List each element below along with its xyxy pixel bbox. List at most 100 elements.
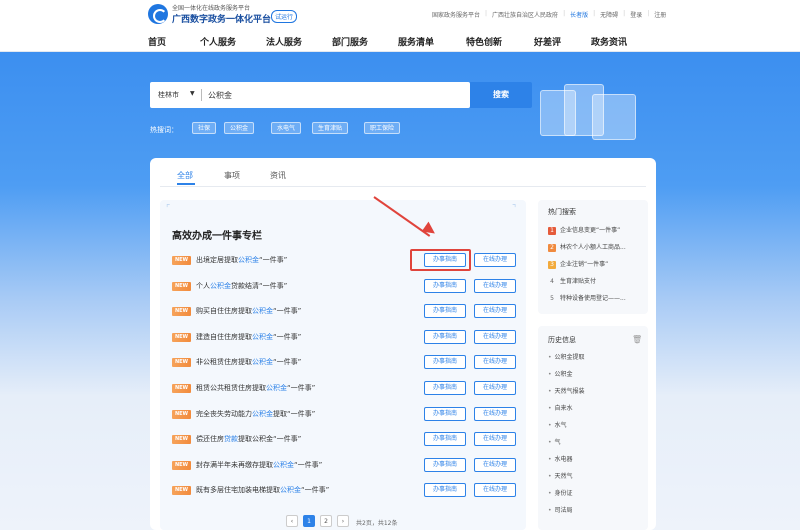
tab-all[interactable]: 全部 [177, 170, 193, 181]
nav-item-innovation[interactable]: 特色创新 [466, 35, 502, 48]
new-badge: NEW [172, 435, 191, 445]
service-title-prefix: 购买自住住房提取 [196, 307, 252, 316]
history-item[interactable]: 水气 [548, 420, 567, 429]
nav-item-home[interactable]: 首页 [148, 35, 166, 48]
nav-item-evaluation[interactable]: 好差评 [534, 35, 561, 48]
service-row: NEW 建造自住住房提取公积金“一件事” 办事指南 在线办理 [172, 329, 522, 346]
service-title-keyword: 公积金 [252, 358, 273, 367]
online-handle-button[interactable]: 在线办理 [474, 304, 516, 319]
service-title-link[interactable]: 建造自住住房提取公积金“一件事” [196, 332, 301, 342]
chevron-down-icon[interactable]: ▼ [190, 90, 195, 97]
tab-items[interactable]: 事项 [224, 170, 240, 181]
service-title-suffix: “一件事” [273, 332, 302, 341]
hot-search-item[interactable]: 3 企业注销“一件事” [548, 259, 608, 271]
link-elder-mode[interactable]: 长者版 [570, 10, 588, 19]
section-title: 高效办成一件事专栏 [172, 231, 262, 242]
service-title-suffix: “一件事” [259, 256, 288, 264]
history-item[interactable]: 自来水 [548, 403, 573, 412]
service-title-link[interactable]: 出境定居提取公积金“一件事” [196, 255, 287, 265]
service-title-link[interactable]: 个人公积金贷款结清“一件事” [196, 281, 287, 291]
service-title-link[interactable]: 非公租赁住房提取公积金“一件事” [196, 357, 301, 367]
guide-button[interactable]: 办事指南 [424, 278, 466, 293]
search-input[interactable] [208, 86, 458, 104]
divider [201, 89, 202, 101]
service-title-link[interactable]: 封存满半年未再缴存提取公积金“一件事” [196, 460, 322, 470]
history-item[interactable]: 气 [548, 437, 561, 446]
hot-search-text: 特种设备使用登记——... [560, 295, 626, 302]
top-header: 全国一体化在线政务服务平台 广西数字政务一体化平台 试运行 国家政务服务平台 |… [0, 0, 800, 30]
service-title-link[interactable]: 购买自住住房提取公积金“一件事” [196, 306, 301, 316]
hot-search-item[interactable]: 5 特种设备使用登记——... [548, 293, 626, 305]
guide-button[interactable]: 办事指南 [424, 406, 466, 421]
history-title: 历史信息 [548, 336, 576, 344]
page-button[interactable]: 2 [320, 515, 332, 527]
online-handle-button[interactable]: 在线办理 [474, 355, 516, 370]
history-item[interactable]: 身份证 [548, 488, 573, 497]
hot-tag[interactable]: 公积金 [224, 122, 255, 134]
service-title-prefix: 个人 [196, 281, 210, 290]
divider: | [563, 10, 566, 17]
hot-tag[interactable]: 社保 [192, 122, 217, 134]
hot-search-item[interactable]: 4 生育津贴支付 [548, 276, 596, 288]
online-handle-button[interactable]: 在线办理 [474, 406, 516, 421]
link-login[interactable]: 登录 [630, 10, 642, 19]
search-box: 桂林市 ▼ [150, 82, 470, 108]
prev-page-button[interactable]: ‹ [286, 515, 298, 527]
hot-search-item[interactable]: 2 林农个人小额人工商品... [548, 242, 626, 254]
history-item[interactable]: 司法局 [548, 505, 573, 514]
history-item[interactable]: 水电器 [548, 454, 573, 463]
brand-title[interactable]: 广西数字政务一体化平台 [172, 12, 271, 25]
guide-button[interactable]: 办事指南 [424, 329, 466, 344]
service-title-link[interactable]: 完全丧失劳动能力公积金提取“一件事” [196, 409, 315, 419]
divider: | [593, 10, 596, 17]
hot-words-label: 热搜词： [150, 126, 178, 134]
service-row: NEW 完全丧失劳动能力公积金提取“一件事” 办事指南 在线办理 [172, 406, 522, 423]
guide-button[interactable]: 办事指南 [424, 355, 466, 370]
guide-button[interactable]: 办事指南 [424, 432, 466, 447]
online-handle-button[interactable]: 在线办理 [474, 253, 516, 267]
service-title-link[interactable]: 租赁公共租赁住房提取公积金“一件事” [196, 383, 315, 393]
online-handle-button[interactable]: 在线办理 [474, 278, 516, 293]
service-title-keyword: 公积金 [280, 486, 301, 495]
online-handle-button[interactable]: 在线办理 [474, 432, 516, 447]
guide-button[interactable]: 办事指南 [424, 483, 466, 498]
nav-item-department[interactable]: 部门服务 [332, 35, 368, 48]
nav-item-news[interactable]: 政务资讯 [591, 35, 627, 48]
link-register[interactable]: 注册 [654, 10, 666, 19]
link-accessibility[interactable]: 无障碍 [600, 10, 618, 19]
history-item[interactable]: 公积金提取 [548, 352, 585, 361]
hot-tag[interactable]: 职工保险 [364, 122, 401, 134]
next-page-button[interactable]: › [337, 515, 349, 527]
online-handle-button[interactable]: 在线办理 [474, 457, 516, 472]
guide-button[interactable]: 办事指南 [424, 457, 466, 472]
service-title-suffix: 贷款结清“一件事” [231, 281, 288, 290]
page-button[interactable]: 1 [303, 515, 315, 527]
guide-button[interactable]: 办事指南 [424, 381, 466, 395]
hot-tag[interactable]: 水电气 [271, 122, 302, 134]
search-button[interactable]: 搜索 [470, 82, 532, 108]
new-badge: NEW [172, 332, 191, 342]
hot-search-item[interactable]: 1 企业信息变更“一件事” [548, 225, 620, 237]
history-item[interactable]: 天然气报装 [548, 386, 585, 395]
service-title-link[interactable]: 偿还住房贷款提取公积金“一件事” [196, 434, 301, 444]
service-title-link[interactable]: 既有多层住宅加装电梯提取公积金“一件事” [196, 485, 329, 495]
brand-subtitle: 全国一体化在线政务服务平台 [172, 5, 251, 12]
service-title-prefix: 既有多层住宅加装电梯提取 [196, 486, 280, 495]
link-national-platform[interactable]: 国家政务服务平台 [432, 10, 480, 19]
online-handle-button[interactable]: 在线办理 [474, 483, 516, 498]
nav-item-personal[interactable]: 个人服务 [200, 35, 236, 48]
trash-icon[interactable]: 🗑 [632, 335, 642, 344]
city-select[interactable]: 桂林市 [158, 90, 179, 100]
online-handle-button[interactable]: 在线办理 [474, 381, 516, 395]
hot-tag[interactable]: 生育津贴 [312, 122, 349, 134]
guide-button[interactable]: 办事指南 [424, 304, 466, 319]
tab-news[interactable]: 资讯 [270, 170, 286, 181]
history-item[interactable]: 公积金 [548, 369, 573, 378]
link-gx-government[interactable]: 广西壮族自治区人民政府 [492, 10, 558, 19]
nav-item-service-list[interactable]: 服务清单 [398, 35, 434, 48]
history-item[interactable]: 天然气 [548, 471, 573, 480]
online-handle-button[interactable]: 在线办理 [474, 329, 516, 344]
service-title-suffix: “一件事” [273, 307, 302, 316]
nav-item-corporate[interactable]: 法人服务 [266, 35, 302, 48]
platform-logo-icon[interactable] [148, 4, 168, 24]
